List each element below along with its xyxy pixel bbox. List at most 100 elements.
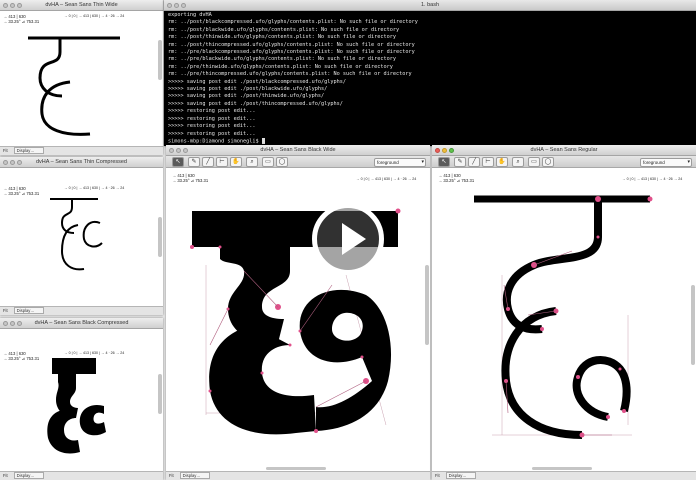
glyph-canvas[interactable]: [0, 193, 163, 306]
coordinate-readout-right: → 0 | 0 | → 413 | 630 | → 4 · 26 → 24: [622, 177, 683, 181]
horizontal-scrollbar[interactable]: [532, 467, 592, 470]
minimize-button[interactable]: [10, 3, 15, 8]
rectangle-tool-icon[interactable]: ▭: [528, 157, 540, 167]
glyph-toolbar: ↖ ✎ ╱ ⊢ ✋ ⌕ ▭ ◯ foreground: [432, 156, 696, 168]
terminal-line: rm: ../pre/thincompressed.ufo/glyphs/con…: [168, 71, 412, 78]
ruler-tool-icon[interactable]: ⊢: [482, 157, 494, 167]
terminal-line: >>>>> saving post edit ./post/thincompre…: [168, 100, 343, 107]
zoom-button[interactable]: [17, 321, 22, 326]
display-dropdown[interactable]: Display…: [445, 472, 476, 479]
vertical-scrollbar[interactable]: [158, 217, 162, 257]
window-controls[interactable]: [3, 2, 24, 10]
window-title: dvHA – Sean Sans Black Wide: [260, 147, 336, 153]
vertical-scrollbar[interactable]: [691, 285, 695, 365]
zoom-tool-icon[interactable]: ⌕: [512, 157, 524, 167]
glyph-toolbar: ↖ ✎ ╱ ⊢ ✋ ⌕ ▭ ◯ foreground: [166, 156, 430, 168]
display-dropdown[interactable]: Display…: [179, 472, 210, 479]
ellipse-tool-icon[interactable]: ◯: [542, 157, 554, 167]
window-titlebar[interactable]: dvHA – Sean Sans Regular: [432, 145, 696, 156]
terminal-titlebar[interactable]: 1. bash: [164, 0, 696, 11]
vertical-scrollbar[interactable]: [158, 374, 162, 414]
minimize-button[interactable]: [10, 160, 15, 165]
minimize-button[interactable]: [174, 3, 179, 8]
pointer-tool-icon[interactable]: ↖: [172, 157, 184, 167]
vertical-scrollbar[interactable]: [158, 40, 162, 80]
close-button[interactable]: [3, 321, 8, 326]
terminal-title: 1. bash: [420, 2, 440, 8]
window-titlebar[interactable]: dvHA – Sean Sans Thin Wide: [0, 0, 163, 11]
window-controls[interactable]: [3, 159, 24, 167]
window-thin-wide[interactable]: dvHA – Sean Sans Thin Wide → 413 | 630 →…: [0, 0, 163, 155]
close-button[interactable]: [3, 3, 8, 8]
window-controls[interactable]: [169, 147, 190, 155]
terminal-line: rm: ../pre/blackwide.ufo/glyphs/contents…: [168, 56, 396, 63]
window-titlebar[interactable]: dvHA – Sean Sans Black Wide: [166, 145, 430, 156]
layer-dropdown[interactable]: foreground: [374, 158, 426, 167]
pointer-tool-icon[interactable]: ↖: [438, 157, 450, 167]
minimize-button[interactable]: [176, 148, 181, 153]
window-thin-compressed[interactable]: dvHA – Sean Sans Thin Compressed → 413 |…: [0, 157, 163, 315]
vertical-scrollbar[interactable]: [425, 265, 429, 345]
zoom-button[interactable]: [17, 160, 22, 165]
pen-tool-icon[interactable]: ✎: [454, 157, 466, 167]
window-controls[interactable]: [167, 2, 188, 10]
display-dropdown[interactable]: Display…: [13, 147, 44, 154]
close-button[interactable]: [169, 148, 174, 153]
layer-dropdown[interactable]: foreground: [640, 158, 692, 167]
terminal-output[interactable]: exporting dvHA rm: ../post/blackcompresse…: [168, 12, 690, 146]
window-controls[interactable]: [3, 320, 24, 328]
terminal-line: rm: ../post/blackwide.ufo/glyphs/content…: [168, 26, 400, 33]
display-dropdown[interactable]: Display…: [13, 472, 44, 479]
zoom-button[interactable]: [181, 3, 186, 8]
coordinate-readout: → 413 | 630 → 33.25° ⊿ 753.31: [438, 173, 475, 183]
window-title: dvHA – Sean Sans Thin Wide: [45, 2, 118, 8]
glyph-canvas[interactable]: [166, 185, 430, 471]
glyph-dvha-black-compressed: [47, 358, 106, 454]
window-regular[interactable]: dvHA – Sean Sans Regular ↖ ✎ ╱ ⊢ ✋ ⌕ ▭ ◯…: [432, 145, 696, 480]
close-button[interactable]: [167, 3, 172, 8]
minimize-button[interactable]: [442, 148, 447, 153]
status-bar: Fit Display…: [166, 471, 430, 480]
zoom-button[interactable]: [183, 148, 188, 153]
status-bar: Fit Display…: [0, 146, 163, 155]
terminal-line: rm: ../pre/thinwide.ufo/glyphs/contents.…: [168, 63, 393, 70]
close-button[interactable]: [3, 160, 8, 165]
window-black-wide[interactable]: dvHA – Sean Sans Black Wide ↖ ✎ ╱ ⊢ ✋ ⌕ …: [166, 145, 430, 480]
glyph-dvha-thin-compressed: [50, 198, 103, 271]
window-titlebar[interactable]: dvHA – Sean Sans Thin Compressed: [0, 157, 163, 168]
close-button[interactable]: [435, 148, 440, 153]
terminal-line: >>>>> restoring post edit...: [168, 115, 256, 122]
zoom-button[interactable]: [17, 3, 22, 8]
minimize-button[interactable]: [10, 321, 15, 326]
hand-tool-icon[interactable]: ✋: [230, 157, 242, 167]
knife-tool-icon[interactable]: ╱: [202, 157, 214, 167]
terminal-line: rm: ../post/thinwide.ufo/glyphs/contents…: [168, 34, 396, 41]
pen-tool-icon[interactable]: ✎: [188, 157, 200, 167]
status-bar: Fit Display…: [432, 471, 696, 480]
horizontal-scrollbar[interactable]: [266, 467, 326, 470]
glyph-canvas[interactable]: [0, 26, 163, 146]
coordinate-readout-right: → 0 | 0 | → 413 | 630 | → 4 · 26 → 24: [64, 351, 125, 355]
terminal-line: rm: ../post/thincompressed.ufo/glyphs/co…: [168, 41, 415, 48]
ruler-tool-icon[interactable]: ⊢: [216, 157, 228, 167]
rectangle-tool-icon[interactable]: ▭: [262, 157, 274, 167]
zoom-button[interactable]: [449, 148, 454, 153]
window-title: dvHA – Sean Sans Thin Compressed: [35, 159, 127, 165]
zoom-tool-icon[interactable]: ⌕: [246, 157, 258, 167]
ellipse-tool-icon[interactable]: ◯: [276, 157, 288, 167]
terminal-line: exporting dvHA: [168, 12, 212, 18]
terminal-line: >>>>> saving post edit ./post/blackcompr…: [168, 78, 347, 85]
window-controls[interactable]: [435, 147, 456, 155]
terminal-line: rm: ../pre/blackcompressed.ufo/glyphs/co…: [168, 49, 415, 56]
hand-tool-icon[interactable]: ✋: [496, 157, 508, 167]
glyph-canvas[interactable]: [0, 358, 163, 471]
knife-tool-icon[interactable]: ╱: [468, 157, 480, 167]
window-black-compressed[interactable]: dvHA – Sean Sans Black Compressed → 413 …: [0, 318, 163, 480]
window-title: dvHA – Sean Sans Regular: [530, 147, 598, 153]
window-titlebar[interactable]: dvHA – Sean Sans Black Compressed: [0, 318, 163, 329]
coordinate-readout: → 413 | 630 → 33.25° ⊿ 753.31: [3, 14, 40, 24]
glyph-canvas[interactable]: [432, 185, 696, 471]
terminal-window[interactable]: 1. bash exporting dvHA rm: ../post/blackc…: [164, 0, 696, 146]
play-button[interactable]: [312, 203, 384, 275]
display-dropdown[interactable]: Display…: [13, 307, 44, 314]
